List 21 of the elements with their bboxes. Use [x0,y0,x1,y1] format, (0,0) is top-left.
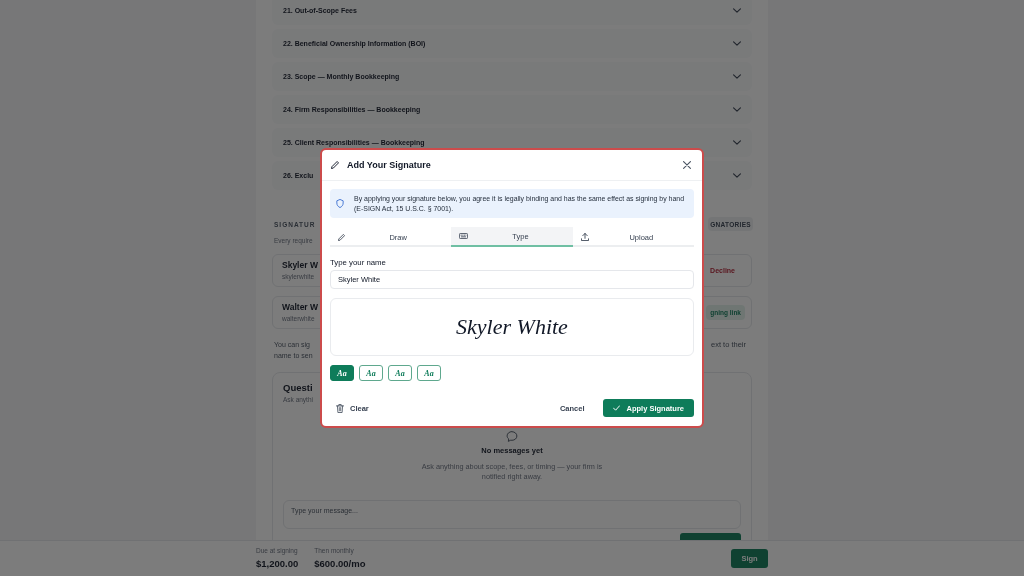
chat-bubble-icon [506,431,518,442]
close-button[interactable] [681,159,693,171]
trash-icon [336,403,344,413]
amount-value: $600.00/mo [314,558,366,570]
close-icon [683,161,691,169]
signer-name: Walter W [282,302,319,313]
signer-name: Skyler W [282,260,318,271]
questions-title: Questi [283,382,313,393]
shield-icon [336,199,344,208]
check-icon [613,405,621,411]
dialog-title: Add Your Signature [347,160,431,170]
pencil-icon [331,161,339,169]
font-option-button[interactable]: Aa [330,365,354,381]
upload-icon [580,233,589,241]
amount-value: $1,200.00 [256,558,299,570]
keyboard-icon [459,233,469,239]
font-option-button[interactable]: Aa [388,365,412,381]
font-option-button[interactable]: Aa [359,365,383,381]
pencil-icon [338,233,345,241]
signature-preview: Skyler White [330,298,694,356]
font-option-button[interactable]: Aa [417,365,441,381]
